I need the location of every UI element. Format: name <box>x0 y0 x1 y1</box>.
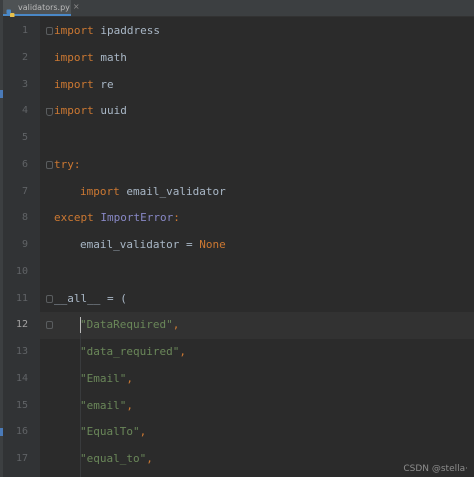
code-line-12[interactable]: "DataRequired", <box>80 318 179 332</box>
code-line-4[interactable]: import uuid <box>54 104 127 118</box>
editor-tab-bar: validators.py × <box>3 0 474 17</box>
code-line-17[interactable]: "equal_to", <box>80 452 153 466</box>
line-number: 6 <box>21 159 28 170</box>
code-line-15[interactable]: "email", <box>80 399 133 413</box>
text-caret <box>80 317 81 333</box>
line-number: 9 <box>21 239 28 250</box>
line-number: 2 <box>21 52 28 63</box>
code-line-1[interactable]: import ipaddress <box>54 24 160 38</box>
code-line-11[interactable]: __all__ = ( <box>54 292 127 306</box>
line-number: 15 <box>15 400 28 411</box>
line-number: 7 <box>21 186 28 197</box>
close-icon[interactable]: × <box>73 3 80 11</box>
line-number: 10 <box>15 266 28 277</box>
editor-tab-validators[interactable]: validators.py × <box>3 0 80 17</box>
fold-toggle-icon[interactable] <box>46 321 53 329</box>
fold-toggle-icon[interactable] <box>46 161 53 169</box>
line-number: 16 <box>15 426 28 437</box>
code-line-16[interactable]: "EqualTo", <box>80 425 146 439</box>
code-line-14[interactable]: "Email", <box>80 372 133 386</box>
fold-toggle-icon[interactable] <box>46 295 53 303</box>
line-number: 5 <box>21 132 28 143</box>
python-file-icon <box>6 3 15 17</box>
line-number: 13 <box>15 346 28 357</box>
fold-toggle-icon[interactable] <box>46 27 53 35</box>
line-number: 3 <box>21 79 28 90</box>
code-line-8[interactable]: except ImportError: <box>54 211 180 225</box>
code-line-3[interactable]: import re <box>54 78 114 92</box>
line-number: 1 <box>21 25 28 36</box>
code-line-13[interactable]: "data_required", <box>80 345 186 359</box>
line-number: 17 <box>15 453 28 464</box>
line-number: 11 <box>15 293 28 304</box>
line-number: 8 <box>21 212 28 223</box>
code-line-2[interactable]: import math <box>54 51 127 65</box>
editor-window: validators.py × 1 2 3 4 5 6 7 8 9 10 11 … <box>0 0 474 477</box>
line-number-current: 12 <box>15 319 28 330</box>
watermark: CSDN @stella· <box>403 464 468 474</box>
line-number: 14 <box>15 373 28 384</box>
code-line-6[interactable]: try: <box>54 158 81 172</box>
code-line-9[interactable]: email_validator = None <box>80 238 226 252</box>
tab-filename: validators.py <box>18 2 70 12</box>
fold-end-icon[interactable] <box>46 108 53 116</box>
line-number: 4 <box>21 105 28 116</box>
code-line-7[interactable]: import email_validator <box>80 185 226 199</box>
